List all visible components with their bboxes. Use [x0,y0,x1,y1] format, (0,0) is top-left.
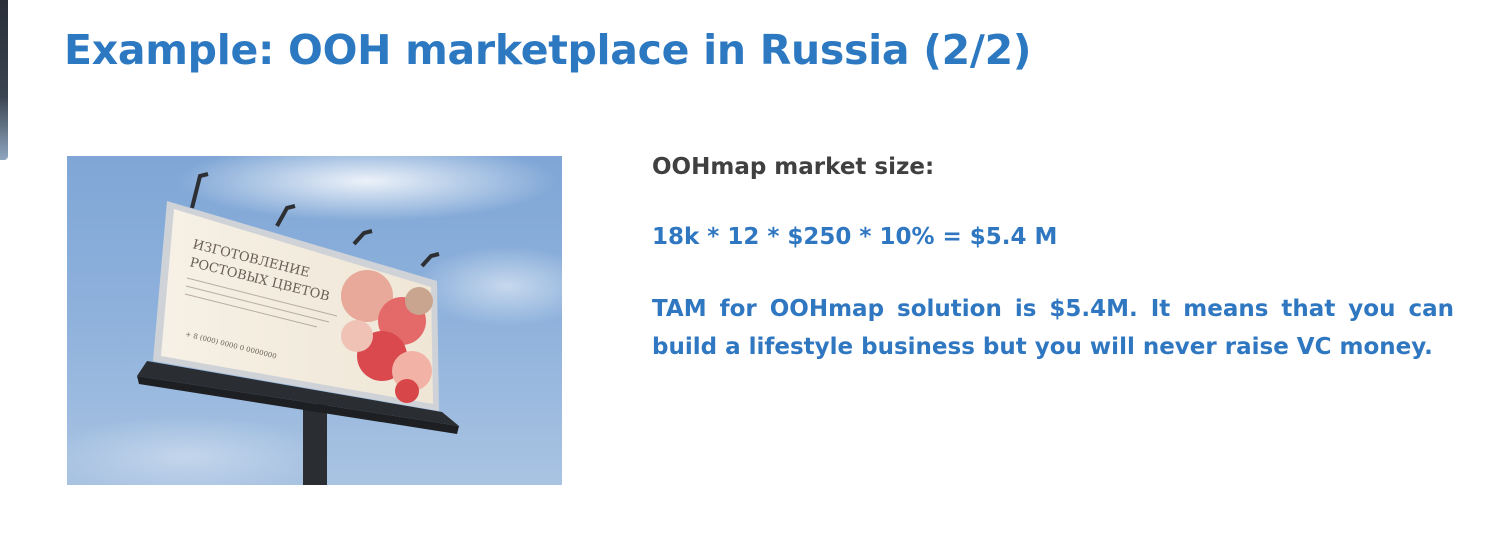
tam-conclusion: TAM for OOHmap solution is $5.4M. It mea… [652,296,1454,360]
slide: Example: OOH marketplace in Russia (2/2) [0,0,1502,560]
billboard-photo: ИЗГОТОВЛЕНИЕ РОСТОВЫХ ЦВЕТОВ + 8 (000) 0… [67,156,562,485]
content-column: OOHmap market size: 18k * 12 * $250 * 10… [652,150,1454,366]
adjacent-window-edge [0,0,8,160]
slide-title: Example: OOH marketplace in Russia (2/2) [64,26,1032,74]
market-size-heading: OOHmap market size: [652,154,935,180]
market-size-formula: 18k * 12 * $250 * 10% = $5.4 M [652,224,1058,250]
